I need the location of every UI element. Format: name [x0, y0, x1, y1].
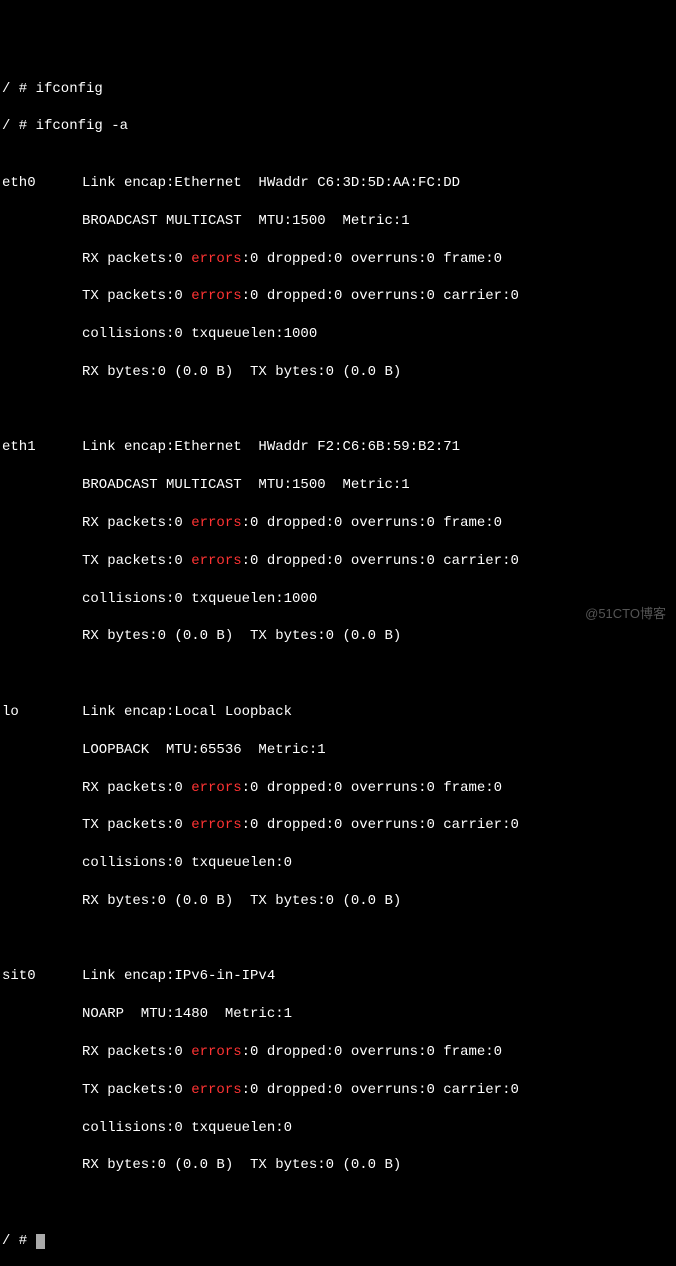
- flags-line: BROADCAST MULTICAST MTU:1500 Metric:1: [2, 212, 674, 231]
- terminal-command-line-2: / # ifconfig -a: [2, 117, 674, 136]
- errors-label: errors: [191, 288, 241, 304]
- collisions-line: collisions:0 txqueuelen:1000: [2, 590, 674, 609]
- tx-packets-line: TX packets:0 errors:0 dropped:0 overruns…: [2, 287, 674, 306]
- bytes-line: RX bytes:0 (0.0 B) TX bytes:0 (0.0 B): [2, 627, 674, 646]
- bytes-line: RX bytes:0 (0.0 B) TX bytes:0 (0.0 B): [2, 363, 674, 382]
- interface-eth0: eth0Link encap:Ethernet HWaddr C6:3D:5D:…: [2, 174, 674, 193]
- watermark: @51CTO博客: [585, 605, 666, 623]
- errors-label: errors: [191, 780, 241, 796]
- flags-line: NOARP MTU:1480 Metric:1: [2, 1005, 674, 1024]
- bytes-line: RX bytes:0 (0.0 B) TX bytes:0 (0.0 B): [2, 892, 674, 911]
- flags-line: LOOPBACK MTU:65536 Metric:1: [2, 741, 674, 760]
- interface-name: lo: [2, 703, 82, 722]
- errors-label: errors: [191, 817, 241, 833]
- flags-line: BROADCAST MULTICAST MTU:1500 Metric:1: [2, 476, 674, 495]
- errors-label: errors: [191, 251, 241, 267]
- link-encap-line: Link encap:Ethernet HWaddr F2:C6:6B:59:B…: [82, 439, 460, 455]
- tx-packets-line: TX packets:0 errors:0 dropped:0 overruns…: [2, 1081, 674, 1100]
- collisions-line: collisions:0 txqueuelen:1000: [2, 325, 674, 344]
- errors-label: errors: [191, 1044, 241, 1060]
- link-encap-line: Link encap:Local Loopback: [82, 704, 292, 720]
- terminal-prompt[interactable]: / #: [2, 1232, 674, 1251]
- interface-name: eth0: [2, 174, 82, 193]
- interface-lo: loLink encap:Local Loopback: [2, 703, 674, 722]
- rx-packets-line: RX packets:0 errors:0 dropped:0 overruns…: [2, 1043, 674, 1062]
- interface-sit0: sit0Link encap:IPv6-in-IPv4: [2, 967, 674, 986]
- rx-packets-line: RX packets:0 errors:0 dropped:0 overruns…: [2, 779, 674, 798]
- tx-packets-line: TX packets:0 errors:0 dropped:0 overruns…: [2, 816, 674, 835]
- link-encap-line: Link encap:Ethernet HWaddr C6:3D:5D:AA:F…: [82, 175, 460, 191]
- rx-packets-line: RX packets:0 errors:0 dropped:0 overruns…: [2, 514, 674, 533]
- cursor-icon: [36, 1234, 45, 1249]
- collisions-line: collisions:0 txqueuelen:0: [2, 854, 674, 873]
- interface-name: eth1: [2, 438, 82, 457]
- collisions-line: collisions:0 txqueuelen:0: [2, 1119, 674, 1138]
- interface-name: sit0: [2, 967, 82, 986]
- errors-label: errors: [191, 1082, 241, 1098]
- terminal-command-line-1: / # ifconfig: [2, 80, 674, 99]
- errors-label: errors: [191, 553, 241, 569]
- errors-label: errors: [191, 515, 241, 531]
- tx-packets-line: TX packets:0 errors:0 dropped:0 overruns…: [2, 552, 674, 571]
- bytes-line: RX bytes:0 (0.0 B) TX bytes:0 (0.0 B): [2, 1156, 674, 1175]
- link-encap-line: Link encap:IPv6-in-IPv4: [82, 968, 275, 984]
- interface-eth1: eth1Link encap:Ethernet HWaddr F2:C6:6B:…: [2, 438, 674, 457]
- rx-packets-line: RX packets:0 errors:0 dropped:0 overruns…: [2, 250, 674, 269]
